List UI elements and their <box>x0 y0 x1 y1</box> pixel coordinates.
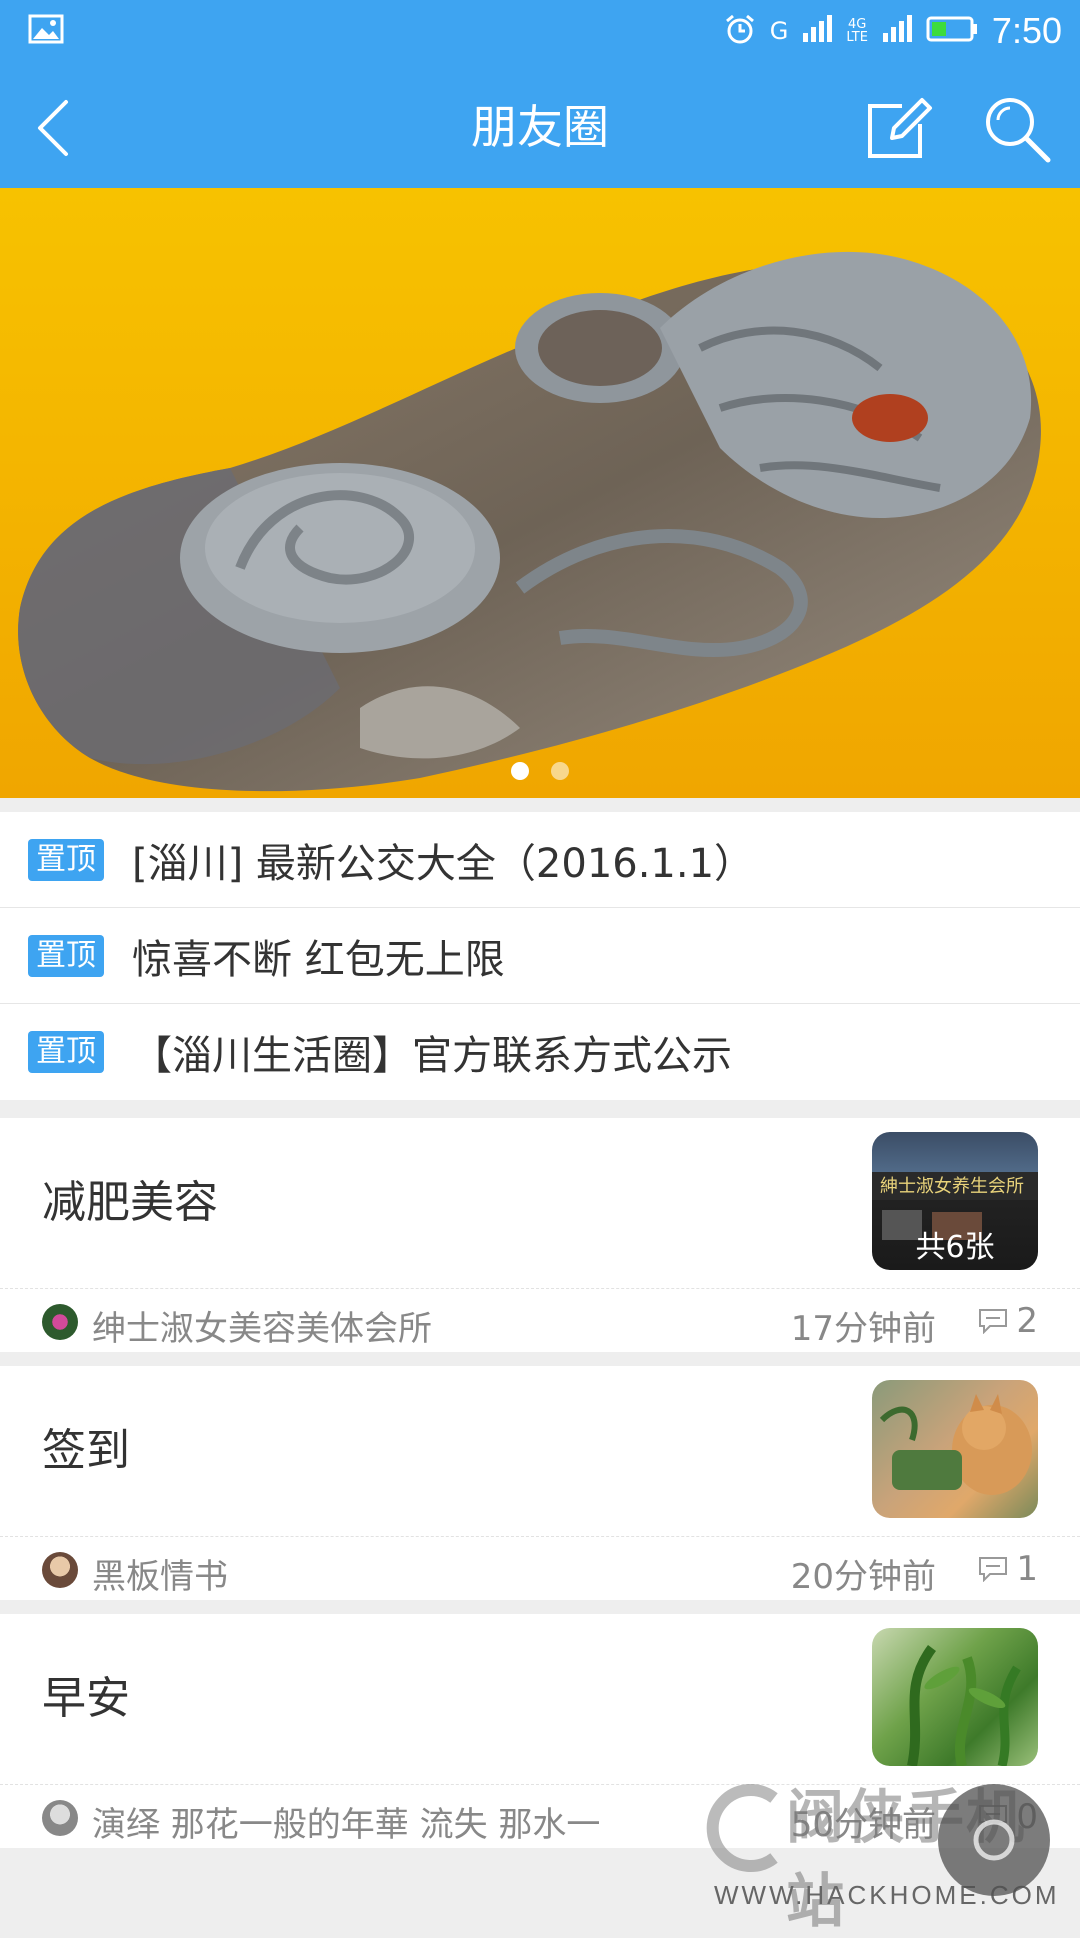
post-thumbnail[interactable] <box>872 1628 1038 1766</box>
signal-icon-2 <box>882 15 912 47</box>
pinned-item[interactable]: 置顶 【淄川生活圈】官方联系方式公示 <box>0 1004 1080 1100</box>
avatar[interactable] <box>42 1552 78 1588</box>
comment-icon <box>979 1309 1008 1334</box>
signal-icon <box>802 15 833 47</box>
edit-icon <box>868 98 932 158</box>
pinned-item[interactable]: 置顶 [淄川] 最新公交大全（2016.1.1） <box>0 812 1080 908</box>
post-time: 17分钟前 <box>790 1309 936 1349</box>
pinned-title: 惊喜不断 红包无上限 <box>132 936 505 983</box>
pinned-list: 置顶 [淄川] 最新公交大全（2016.1.1） 置顶 惊喜不断 红包无上限 置… <box>0 812 1080 1100</box>
post-author[interactable]: 黑板情书 <box>92 1549 228 1598</box>
battery-icon <box>926 15 978 47</box>
comment-count: 1 <box>978 1549 1038 1589</box>
post-card[interactable]: 减肥美容 紳士淑女养生会所 共6张 绅士淑女美容美体会所 17分钟前 2 <box>0 1118 1080 1352</box>
banner-carousel[interactable] <box>0 188 1080 798</box>
floating-action-button[interactable] <box>938 1784 1050 1896</box>
app-bar: 朋友圈 <box>0 66 1080 188</box>
pinned-title: [淄川] 最新公交大全（2016.1.1） <box>132 840 755 887</box>
cat-image <box>879 1394 1032 1495</box>
network-lte-label: LTE <box>846 30 868 45</box>
avatar[interactable] <box>42 1304 78 1340</box>
post-meta: 绅士淑女美容美体会所 17分钟前 2 <box>0 1288 1080 1353</box>
comment-count: 2 <box>978 1301 1038 1341</box>
pinned-item[interactable]: 置顶 惊喜不断 红包无上限 <box>0 908 1080 1004</box>
post-title: 早安 <box>42 1673 130 1724</box>
post-time: 20分钟前 <box>790 1557 936 1597</box>
comment-count-value: 2 <box>1016 1301 1038 1341</box>
compose-button[interactable] <box>862 92 934 164</box>
carousel-dot-2[interactable] <box>551 762 569 780</box>
comment-icon <box>979 1557 1008 1582</box>
comment-count-value: 1 <box>1016 1549 1038 1589</box>
pinned-badge: 置顶 <box>28 934 104 977</box>
post-title: 减肥美容 <box>42 1177 218 1228</box>
status-bar: G 4G LTE 7:50 <box>0 0 1080 66</box>
image-count: 共6张 <box>915 1230 995 1265</box>
search-icon <box>986 98 1051 163</box>
pinned-badge: 置顶 <box>28 838 104 881</box>
post-author[interactable]: 绅士淑女美容美体会所 <box>92 1301 432 1350</box>
carousel-dot-1[interactable] <box>511 762 529 780</box>
post-card[interactable]: 签到 黑板情书 20分钟前 1 <box>0 1366 1080 1600</box>
post-meta: 黑板情书 20分钟前 1 <box>0 1536 1080 1601</box>
post-title: 签到 <box>42 1425 130 1476</box>
avatar[interactable] <box>42 1800 78 1836</box>
post-author[interactable]: 演绎 那花一般的年華 流失 那水一 <box>92 1797 600 1846</box>
pinned-badge: 置顶 <box>28 1031 104 1073</box>
image-notification-icon <box>28 14 64 48</box>
watermark-logo-icon <box>706 1784 778 1872</box>
svg-text:紳士淑女养生会所: 紳士淑女养生会所 <box>880 1176 1024 1197</box>
inkstone-image <box>0 188 1080 798</box>
post-thumbnail[interactable]: 紳士淑女养生会所 共6张 <box>872 1132 1038 1270</box>
carousel-indicator <box>0 762 1080 780</box>
bamboo-image <box>907 1645 1021 1766</box>
network-g-label: G <box>769 17 789 45</box>
alarm-icon <box>724 13 756 49</box>
status-time: 7:50 <box>991 10 1062 51</box>
pinned-title: 【淄川生活圈】官方联系方式公示 <box>132 1033 732 1079</box>
refresh-icon <box>973 1819 1015 1861</box>
post-thumbnail[interactable] <box>872 1380 1038 1518</box>
search-button[interactable] <box>978 90 1054 166</box>
